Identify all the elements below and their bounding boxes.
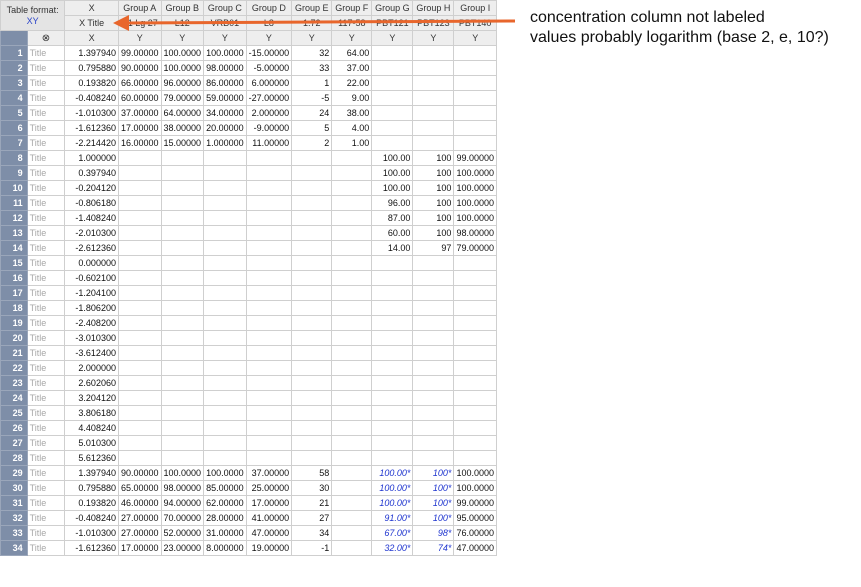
arrow-head-icon bbox=[113, 15, 129, 31]
annotation-note: concentration column not labeled values … bbox=[530, 8, 829, 48]
annotation-line-1: concentration column not labeled bbox=[530, 9, 765, 26]
annotation-line-2: values probably logarithm (base 2, e, 10… bbox=[530, 29, 829, 46]
arrow-line bbox=[126, 19, 516, 25]
annotation-arrow bbox=[113, 15, 516, 31]
